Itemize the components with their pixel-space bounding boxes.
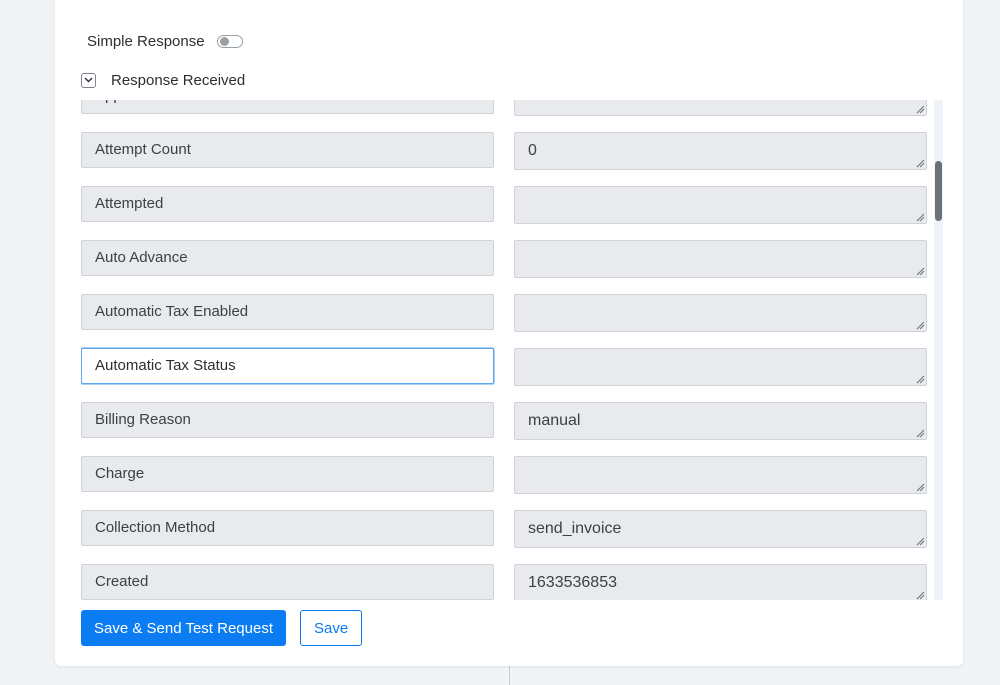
save-button[interactable]: Save	[300, 610, 363, 646]
response-value-text: 1633536853	[528, 574, 617, 591]
response-value-text: send_invoice	[528, 520, 622, 537]
response-key-field[interactable]: Auto Advance	[81, 240, 494, 276]
response-row: Attempt Count 0	[81, 132, 927, 170]
response-row: Created 1633536853	[81, 564, 927, 600]
resize-handle-icon[interactable]	[915, 482, 925, 492]
toggle-knob	[219, 36, 229, 46]
resize-handle-icon[interactable]	[915, 212, 925, 222]
resize-handle-icon[interactable]	[915, 428, 925, 438]
response-key-field[interactable]: Billing Reason	[81, 402, 494, 438]
response-value-field[interactable]	[514, 240, 927, 278]
response-row: Automatic Tax Enabled	[81, 294, 927, 332]
response-received-row: Response Received	[81, 70, 245, 90]
response-row: Automatic Tax Status	[81, 348, 927, 386]
resize-handle-icon[interactable]	[915, 104, 925, 114]
response-row: Billing Reason manual	[81, 402, 927, 440]
response-key-field[interactable]: Automatic Tax Status	[81, 348, 494, 384]
simple-response-label: Simple Response	[87, 32, 205, 50]
resize-handle-icon[interactable]	[915, 266, 925, 276]
action-buttons: Save & Send Test Request Save	[81, 610, 363, 646]
response-key-field[interactable]: Application Fee Amount	[81, 100, 494, 114]
flow-connector-line	[509, 666, 510, 685]
resize-handle-icon[interactable]	[915, 536, 925, 546]
resize-handle-icon[interactable]	[915, 374, 925, 384]
response-key-field[interactable]: Collection Method	[81, 510, 494, 546]
response-key-field[interactable]: Attempt Count	[81, 132, 494, 168]
chevron-down-icon	[84, 77, 93, 83]
response-received-label: Response Received	[111, 71, 246, 89]
response-value-field[interactable]: manual	[514, 402, 927, 440]
response-fields-list[interactable]: Application Fee AmountAttempt Count0Atte…	[81, 100, 943, 600]
response-value-field[interactable]	[514, 348, 927, 386]
resize-handle-icon[interactable]	[915, 590, 925, 600]
response-row: Attempted	[81, 186, 927, 224]
simple-response-row: Simple Response	[87, 31, 243, 51]
response-key-field[interactable]: Charge	[81, 456, 494, 492]
save-and-send-test-request-button[interactable]: Save & Send Test Request	[81, 610, 287, 646]
response-row: Collection Method send_invoice	[81, 510, 927, 548]
response-key-field[interactable]: Automatic Tax Enabled	[81, 294, 494, 330]
response-value-field[interactable]: 0	[514, 132, 927, 170]
resize-handle-icon[interactable]	[915, 320, 925, 330]
response-value-field[interactable]	[514, 294, 927, 332]
response-value-text: manual	[528, 412, 581, 429]
scrollbar-thumb[interactable]	[935, 161, 942, 221]
response-row: Application Fee Amount	[81, 100, 927, 116]
response-value-field[interactable]	[514, 100, 927, 116]
response-key-field[interactable]: Created	[81, 564, 494, 600]
response-row: Charge	[81, 456, 927, 494]
response-value-field[interactable]	[514, 186, 927, 224]
resize-handle-icon[interactable]	[915, 158, 925, 168]
response-value-text: 0	[528, 142, 537, 159]
response-row: Auto Advance	[81, 240, 927, 278]
response-value-field[interactable]: send_invoice	[514, 510, 927, 548]
simple-response-toggle[interactable]	[216, 34, 243, 48]
response-value-field[interactable]	[514, 456, 927, 494]
response-received-collapse-toggle[interactable]	[81, 72, 96, 88]
response-key-field[interactable]: Attempted	[81, 186, 494, 222]
response-value-field[interactable]: 1633536853	[514, 564, 927, 600]
